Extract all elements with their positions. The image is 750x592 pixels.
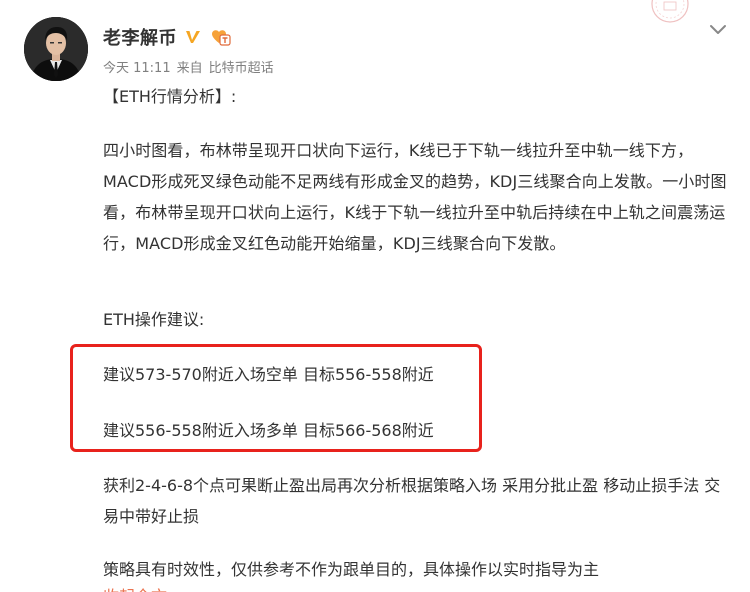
avatar-image [24,17,88,81]
member-badge-icon[interactable] [209,27,231,47]
source-prefix: 来自 [176,61,203,76]
profit-note: 获利2-4-6-8个点可果断止盈出局再次分析根据策略入场 采用分批止盈 移动止损… [103,476,721,526]
author-name[interactable]: 老李解币 [103,24,177,50]
post-time[interactable]: 今天 11:11 [103,57,171,76]
advice-highlight-box [70,344,482,452]
collapse-text-link[interactable]: 收起全文 [103,581,167,592]
advice-title: ETH操作建议: [103,310,205,329]
chevron-down-icon[interactable] [707,18,729,40]
stamp-watermark-icon [640,0,700,26]
post-heading: 【ETH行情分析】: [103,87,237,106]
verified-v-icon [183,27,203,47]
post-meta: 今天 11:11 来自 比特币超话 [103,57,274,76]
avatar[interactable] [24,17,88,81]
post-analysis: 四小时图看，布林带呈现开口状向下运行，K线已于下轨一线拉升至中轨一线下方，MAC… [103,141,727,253]
author-row: 老李解币 [103,24,231,50]
post-source[interactable]: 比特币超话 [209,57,274,76]
weibo-post: 老李解币 今天 11:11 来自 比特币超话 【ETH行情分析】: 四小时图看，… [0,0,750,592]
disclaimer: 策略具有时效性，仅供参考不作为跟单目的，具体操作以实时指导为主 [103,560,600,579]
